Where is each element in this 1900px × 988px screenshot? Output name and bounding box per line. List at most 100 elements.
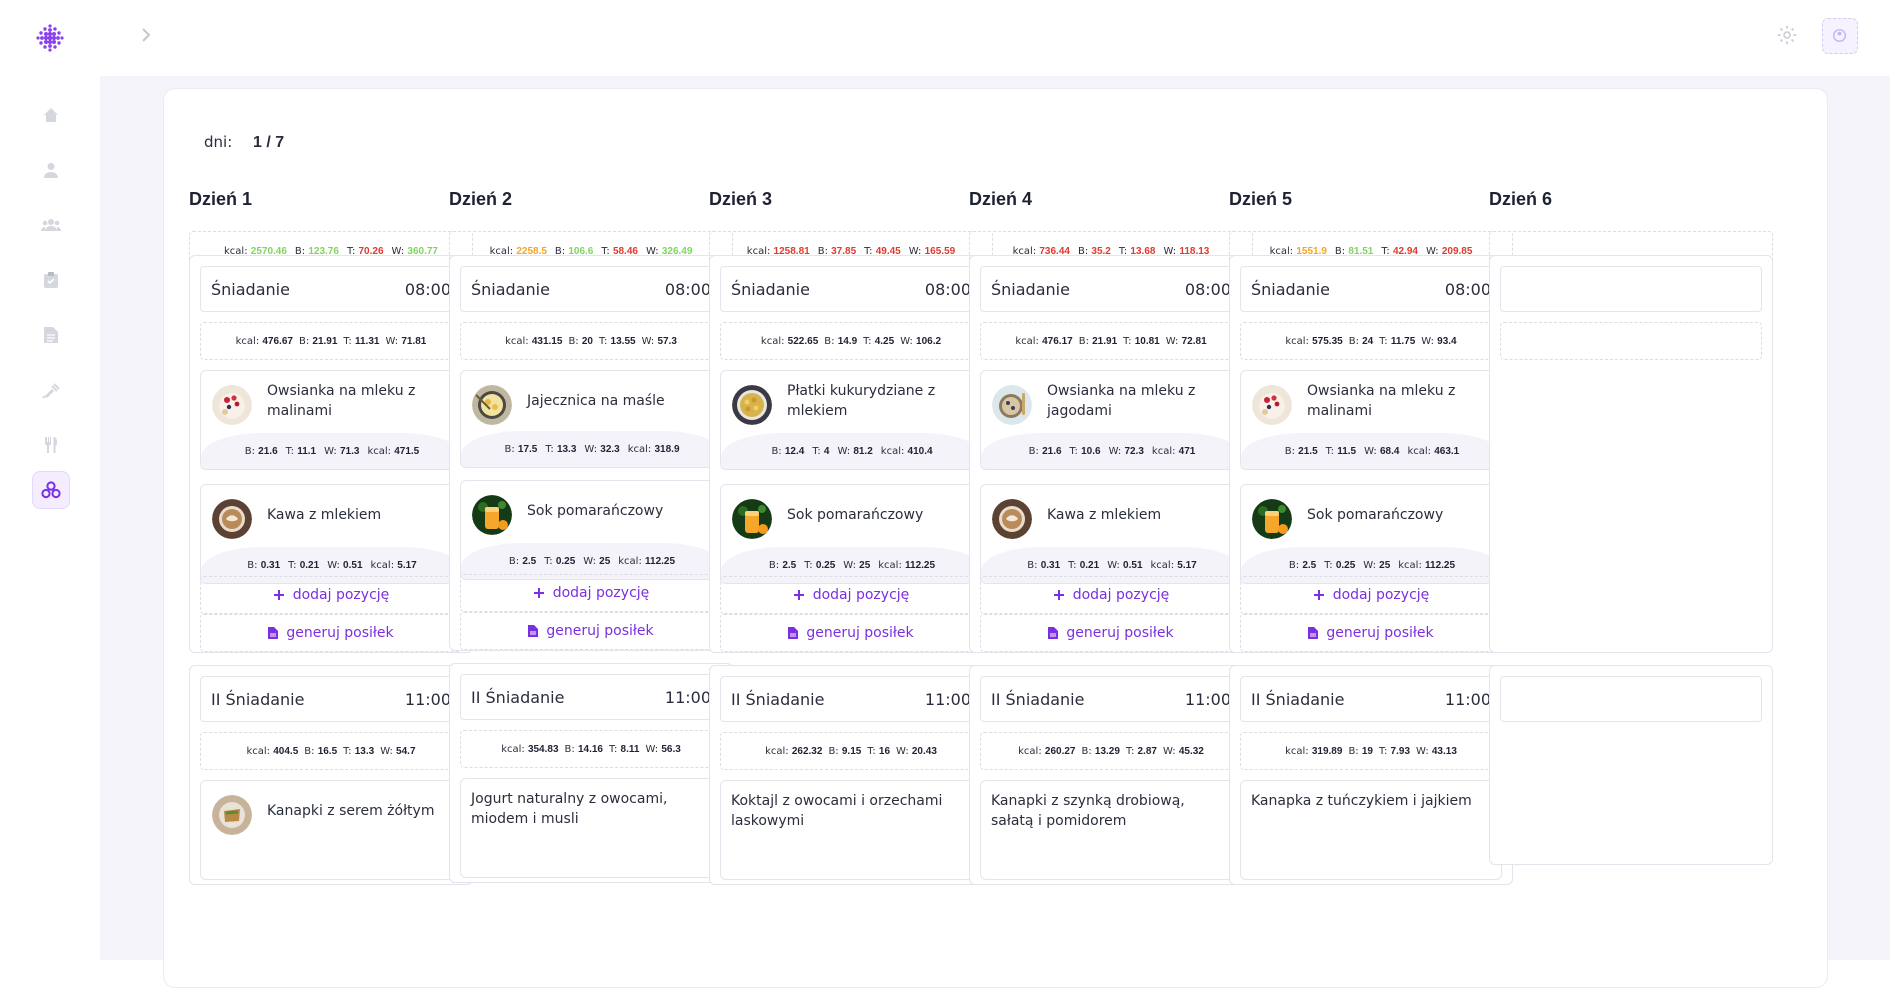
add-item-button[interactable]: dodaj pozycję	[1240, 576, 1502, 614]
dish-thumbnail	[212, 499, 252, 539]
sidebar-item-visits[interactable]	[32, 261, 70, 299]
sidebar-item-meal-plans[interactable]	[32, 471, 70, 509]
meal-summary-item-kcal: kcal: 262.32	[765, 745, 823, 757]
dish-card[interactable]: Płatki kukurydziane z mlekiem B: 12.4 T: 4…	[720, 370, 982, 470]
dish-name: Kawa z mlekiem	[1047, 507, 1162, 523]
meal-header[interactable]	[1500, 266, 1762, 312]
main-content: dni: 1 / 7 Dzień 1 kcal: 2570.46 B: 123.76…	[100, 76, 1890, 988]
meal-summary-value-w: 71.81	[401, 335, 427, 347]
meal-header[interactable]: Śniadanie 08:00	[980, 266, 1242, 312]
add-item-label: dodaj pozycję	[812, 587, 910, 603]
generate-meal-button[interactable]: generuj posiłek	[200, 614, 462, 652]
dish-macro-t: T: 13.3	[545, 443, 577, 455]
meal-name: Śniadanie	[991, 279, 1070, 299]
meal-summary-value-w: 45.32	[1178, 745, 1204, 757]
generate-meal-button[interactable]: generuj posiłek	[980, 614, 1242, 652]
add-item-button[interactable]: dodaj pozycję	[200, 576, 462, 614]
day-title: Dzień 6	[1489, 189, 1553, 209]
dish-macro-t: T: 0.25	[1324, 559, 1356, 571]
add-item-button[interactable]: dodaj pozycję	[460, 574, 722, 612]
meal-summary-item-b: B: 14.16	[564, 743, 603, 755]
dish-card[interactable]: Owsianka na mleku z malinami B: 21.6 T: 11…	[200, 370, 462, 470]
document-icon	[788, 627, 799, 639]
dish-card[interactable]: Owsianka na mleku z malinami B: 21.5 T: 11…	[1240, 370, 1502, 470]
dish-card[interactable]: Sok pomarańczowy B: 2.5 T: 0.25 W: 25 kcal: …	[460, 480, 722, 580]
add-item-button[interactable]: dodaj pozycję	[720, 576, 982, 614]
meal-time: 11:00	[664, 687, 711, 707]
meal-name: Śniadanie	[471, 279, 550, 299]
dish-card[interactable]: Kawa z mlekiem B: 0.31 T: 0.21 W: 0.51 kcal:…	[200, 484, 462, 584]
dish-name: Owsianka na mleku z malinami	[1307, 383, 1456, 419]
meal-summary-value-b: 13.29	[1094, 745, 1120, 757]
dish-macros: B: 21.6 T: 10.6 W: 72.3 kcal: 471	[981, 433, 1241, 469]
dish-card[interactable]: Kawa z mlekiem B: 0.31 T: 0.21 W: 0.51 kcal:…	[980, 484, 1242, 584]
dish-card[interactable]: Kanapki z serem żółtym	[200, 780, 462, 880]
app-logo-icon[interactable]	[34, 22, 66, 54]
gear-icon[interactable]	[1776, 24, 1800, 48]
top-bar	[0, 0, 1900, 76]
sidebar-item-supplements[interactable]	[32, 371, 70, 409]
add-item-button[interactable]: dodaj pozycję	[980, 576, 1242, 614]
dish-macro-kcal: kcal: 112.25	[878, 559, 936, 571]
users-icon	[41, 219, 61, 231]
generate-meal-button[interactable]: generuj posiłek	[720, 614, 982, 652]
dish-macro-value-w: 72.3	[1124, 445, 1144, 457]
dish-name: Płatki kukurydziane z mlekiem	[787, 383, 936, 419]
dish-macro-value-w: 25	[1379, 559, 1391, 571]
meal-summary-value-b: 14.16	[577, 743, 603, 755]
meal-header[interactable]: II Śniadanie 11:00	[720, 676, 982, 722]
meal-summary-value-kcal: 476.17	[1042, 335, 1073, 347]
sidebar-item-home[interactable]	[32, 96, 70, 134]
dish-card[interactable]: Jogurt naturalny z owocami, miodem i mus…	[460, 778, 722, 878]
dish-card[interactable]: Owsianka na mleku z jagodami B: 21.6 T: 10…	[980, 370, 1242, 470]
meal-summary-value-t: 13.3	[354, 745, 375, 757]
dish-card[interactable]: Koktajl z owocami i orzechami laskowymi	[720, 780, 982, 880]
dish-macro-value-t: 0.25	[1335, 559, 1356, 571]
meal-header[interactable]: Śniadanie 08:00	[1240, 266, 1502, 312]
meal-header[interactable]: II Śniadanie 11:00	[1240, 676, 1502, 722]
dish-card[interactable]: Kanapka z tuńczykiem i jajkiem	[1240, 780, 1502, 880]
dish-card[interactable]: Sok pomarańczowy B: 2.5 T: 0.25 W: 25 kcal: …	[1240, 484, 1502, 584]
dish-macro-value-kcal: 5.17	[1177, 559, 1197, 571]
dish-macros: B: 21.5 T: 11.5 W: 68.4 kcal: 463.1	[1241, 433, 1501, 469]
sidebar-item-profile[interactable]	[32, 151, 70, 189]
avatar[interactable]	[1822, 18, 1858, 54]
meal-header[interactable]: Śniadanie 08:00	[460, 266, 722, 312]
meal-summary-item-t: T: 10.81	[1123, 335, 1160, 347]
meal-summary-item-w: W: 56.3	[645, 743, 681, 755]
meal-time: 08:00	[924, 279, 971, 299]
meal-summary: kcal: 262.32 B: 9.15 T: 16 W: 20.43	[720, 732, 982, 770]
dish-macro-value-b: 17.5	[517, 443, 538, 455]
dish-macro-t: T: 0.21	[288, 559, 320, 571]
meal-summary-value-t: 13.55	[610, 335, 636, 347]
meal-summary-item-b: B: 16.5	[304, 745, 338, 757]
dish-card[interactable]: Jajecznica na maśle B: 17.5 T: 13.3 W: 32.3…	[460, 370, 722, 468]
meal-header[interactable]: II Śniadanie 11:00	[460, 674, 722, 720]
meal-header[interactable]: Śniadanie 08:00	[720, 266, 982, 312]
generate-meal-button[interactable]: generuj posiłek	[460, 612, 722, 650]
sidebar-item-patients[interactable]	[32, 206, 70, 244]
meal-header[interactable]: II Śniadanie 11:00	[980, 676, 1242, 722]
expand-sidebar-icon[interactable]	[140, 26, 156, 46]
day-title: Dzień 5	[1229, 189, 1293, 209]
dish-card[interactable]: Sok pomarańczowy B: 2.5 T: 0.25 W: 25 kcal: …	[720, 484, 982, 584]
dish-name: Kanapki z szynką drobiową, sałatą i pomi…	[991, 793, 1185, 829]
dish-macros: B: 12.4 T: 4 W: 81.2 kcal: 410.4	[721, 433, 981, 469]
generate-meal-button[interactable]: generuj posiłek	[1240, 614, 1502, 652]
dish-macro-value-t: 0.21	[1079, 559, 1100, 571]
meal-summary: kcal: 522.65 B: 14.9 T: 4.25 W: 106.2	[720, 322, 982, 360]
dish-macro-value-w: 25	[859, 559, 871, 571]
meal-header[interactable]: Śniadanie 08:00	[200, 266, 462, 312]
generate-meal-label: generuj posiłek	[546, 623, 654, 639]
dish-name: Jogurt naturalny z owocami, miodem i mus…	[471, 791, 668, 827]
meal-header[interactable]: II Śniadanie 11:00	[200, 676, 462, 722]
meal-card-breakfast: Śniadanie 08:00 kcal: 575.35 B: 24 T: 11.75 W…	[1229, 255, 1513, 653]
meal-header[interactable]	[1500, 676, 1762, 722]
meal-summary-item-w: W: 106.2	[900, 335, 942, 347]
meal-summary-value-w: 57.3	[657, 335, 677, 347]
dish-name: Kanapki z serem żółtym	[267, 803, 435, 819]
sidebar-item-recipes[interactable]	[32, 426, 70, 464]
sidebar-item-documents[interactable]	[32, 316, 70, 354]
dish-card[interactable]: Kanapki z szynką drobiową, sałatą i pomi…	[980, 780, 1242, 880]
meal-summary-value-t: 11.31	[354, 335, 380, 347]
